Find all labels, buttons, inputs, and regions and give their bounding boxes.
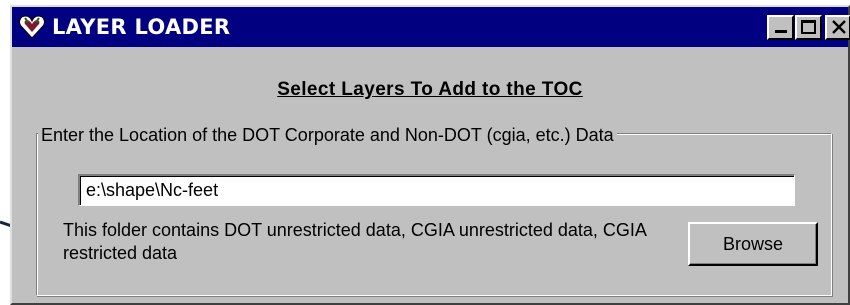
path-input[interactable] xyxy=(78,174,795,206)
app-heart-icon xyxy=(19,15,45,39)
browse-button[interactable]: Browse xyxy=(688,222,818,266)
data-location-group xyxy=(36,133,832,296)
page-heading: Select Layers To Add to the TOC xyxy=(277,79,583,100)
minimize-icon xyxy=(775,30,787,33)
maximize-icon xyxy=(801,20,816,34)
close-icon xyxy=(832,20,846,34)
minimize-button[interactable] xyxy=(767,15,794,40)
folder-info-text: This folder contains DOT unrestricted da… xyxy=(63,220,646,263)
group-label: Enter the Location of the DOT Corporate … xyxy=(38,124,617,146)
close-button[interactable] xyxy=(825,15,850,40)
title-bar[interactable]: LAYER LOADER xyxy=(12,7,850,47)
page: LAYER LOADER Select Layers To Add to the… xyxy=(0,0,850,305)
window-title: LAYER LOADER xyxy=(52,15,231,39)
maximize-button[interactable] xyxy=(795,15,822,40)
layer-loader-window: LAYER LOADER Select Layers To Add to the… xyxy=(10,5,850,305)
